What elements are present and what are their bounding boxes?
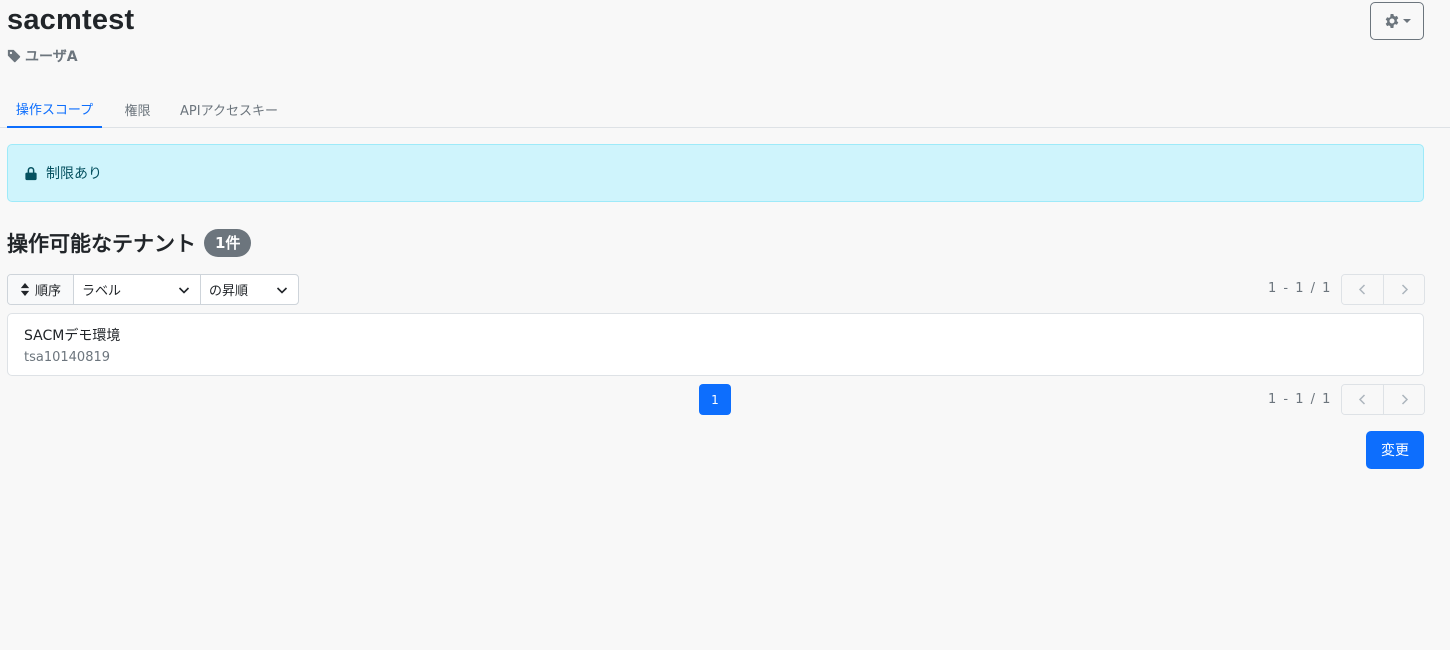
next-page-button[interactable] [1383, 275, 1424, 304]
page-title: sacmtest [7, 4, 135, 36]
sort-label-text: 順序 [34, 284, 61, 299]
lock-icon [25, 166, 37, 180]
count-badge: 1件 [204, 229, 252, 257]
sort-label: 順序 [8, 275, 74, 304]
tag-icon [7, 49, 21, 63]
prev-page-button[interactable] [1342, 275, 1383, 304]
change-button[interactable]: 変更 [1366, 431, 1424, 469]
sort-field-select[interactable]: ラベル [74, 275, 201, 304]
sort-controls: 順序 ラベル の昇順 [7, 274, 299, 305]
chevron-left-icon [1358, 394, 1366, 405]
page-number-button[interactable]: 1 [699, 384, 731, 415]
pager-range-text: 1 - 1 / 1 [1268, 281, 1332, 296]
chevron-down-icon [178, 286, 190, 294]
sort-field-value: ラベル [82, 284, 122, 299]
alert-text: 制限あり [46, 166, 102, 182]
tab-permissions[interactable]: 権限 [115, 90, 160, 128]
pager-top [1341, 274, 1425, 305]
chevron-right-icon [1401, 284, 1408, 295]
tab-operation-scope[interactable]: 操作スコープ [7, 90, 102, 128]
chevron-right-icon [1401, 394, 1408, 405]
settings-dropdown-button[interactable] [1370, 2, 1424, 40]
gear-icon [1385, 14, 1398, 28]
prev-page-button[interactable] [1342, 385, 1383, 414]
chevron-down-icon [1402, 19, 1411, 23]
tenant-id: tsa10140819 [24, 350, 111, 365]
user-tag: ユーザA [7, 46, 78, 66]
pager-range-text: 1 - 1 / 1 [1268, 392, 1332, 407]
tenant-name: SACMデモ環境 [24, 328, 121, 344]
tenant-list-item[interactable]: SACMデモ環境 tsa10140819 [7, 313, 1424, 376]
sort-icon [20, 283, 30, 296]
chevron-down-icon [276, 286, 288, 294]
restriction-alert: 制限あり [7, 144, 1424, 202]
pager-bottom [1341, 384, 1425, 415]
sort-order-value: の昇順 [209, 284, 249, 299]
section-title: 操作可能なテナント [7, 232, 196, 256]
user-tag-label: ユーザA [25, 49, 78, 65]
chevron-left-icon [1358, 284, 1366, 295]
section-heading: 操作可能なテナント 1件 [7, 228, 252, 258]
tab-api-access-key[interactable]: APIアクセスキー [175, 90, 283, 128]
sort-order-select[interactable]: の昇順 [201, 275, 298, 304]
next-page-button[interactable] [1383, 385, 1424, 414]
